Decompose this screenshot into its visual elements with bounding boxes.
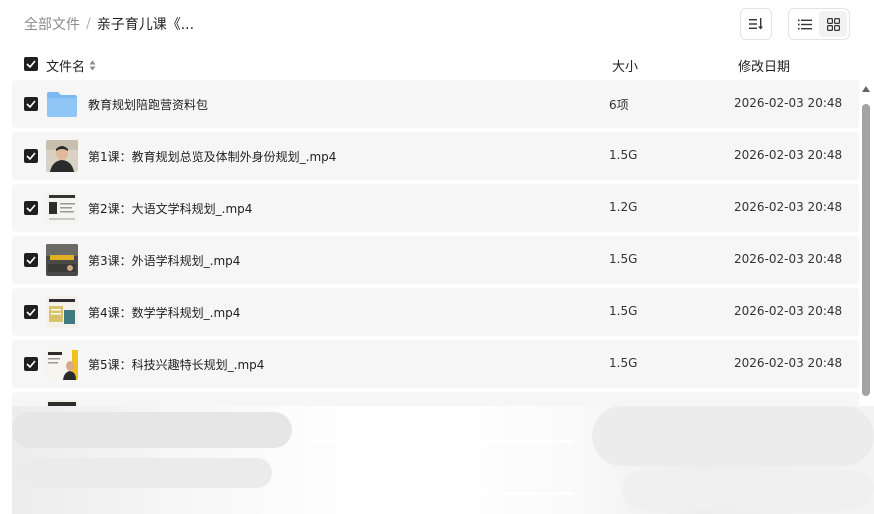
video-thumbnail	[46, 296, 78, 328]
file-name[interactable]: 第2课：大语文学科规划_.mp4	[88, 200, 252, 217]
breadcrumb: 全部文件 / 亲子育儿课《...	[24, 14, 194, 34]
file-row[interactable]: 教育规划陪跑营资料包 6项 2026-02-03 20:48	[12, 80, 859, 128]
scroll-up-arrow-icon[interactable]	[862, 86, 870, 92]
column-header-date[interactable]: 修改日期	[738, 56, 790, 75]
row-checkbox[interactable]	[24, 97, 38, 111]
check-icon	[26, 360, 36, 368]
video-thumbnail	[46, 140, 78, 172]
view-switch	[788, 8, 850, 40]
grid-view-icon	[826, 17, 840, 31]
blur-divider	[312, 492, 574, 495]
check-icon	[26, 256, 36, 264]
row-checkbox[interactable]	[24, 201, 38, 215]
file-row[interactable]: 第4课：数学学科规划_.mp4 1.5G 2026-02-03 20:48	[12, 288, 859, 336]
file-size: 1.5G	[609, 304, 638, 318]
sort-icon	[749, 18, 763, 30]
scrollbar[interactable]	[861, 86, 871, 402]
file-size: 1.5G	[609, 356, 638, 370]
list-view-button[interactable]	[791, 11, 819, 37]
column-header-size[interactable]: 大小	[612, 56, 638, 75]
blur-divider	[312, 440, 574, 443]
file-size: 1.2G	[609, 200, 638, 214]
file-row[interactable]: 第3课：外语学科规划_.mp4 1.5G 2026-02-03 20:48	[12, 236, 859, 284]
blurred-overlay	[12, 406, 874, 514]
breadcrumb-current: 亲子育儿课《...	[96, 17, 195, 33]
row-checkbox[interactable]	[24, 149, 38, 163]
sort-arrows-icon	[89, 60, 96, 71]
check-icon	[26, 152, 36, 160]
file-date: 2026-02-03 20:48	[734, 356, 843, 370]
check-icon	[26, 204, 36, 212]
scrollbar-thumb[interactable]	[862, 104, 870, 396]
check-icon	[26, 308, 36, 316]
column-name-label: 文件名	[46, 60, 86, 75]
select-all-checkbox[interactable]	[24, 57, 38, 71]
file-date: 2026-02-03 20:48	[734, 304, 843, 318]
folder-icon	[47, 92, 77, 117]
top-bar: 全部文件 / 亲子育儿课《...	[0, 0, 874, 48]
file-name[interactable]: 教育规划陪跑营资料包	[88, 96, 208, 113]
row-checkbox[interactable]	[24, 305, 38, 319]
column-header-name[interactable]: 文件名	[46, 56, 96, 75]
grid-view-button[interactable]	[819, 11, 847, 37]
file-date: 2026-02-03 20:48	[734, 200, 843, 214]
file-size: 1.5G	[609, 252, 638, 266]
video-thumbnail	[46, 348, 78, 380]
blur-region	[22, 458, 272, 488]
file-row[interactable]: 第2课：大语文学科规划_.mp4 1.2G 2026-02-03 20:48	[12, 184, 859, 232]
blur-region	[592, 406, 874, 466]
breadcrumb-root[interactable]: 全部文件	[24, 14, 80, 34]
file-date: 2026-02-03 20:48	[734, 148, 843, 162]
file-size: 6项	[609, 98, 629, 112]
check-icon	[26, 60, 36, 68]
file-name[interactable]: 第1课：教育规划总览及体制外身份规划_.mp4	[88, 148, 336, 165]
row-checkbox[interactable]	[24, 357, 38, 371]
video-thumbnail	[46, 192, 78, 224]
row-checkbox[interactable]	[24, 253, 38, 267]
breadcrumb-separator: /	[86, 16, 91, 32]
check-icon	[26, 100, 36, 108]
blur-region	[622, 470, 874, 510]
file-date: 2026-02-03 20:48	[734, 252, 843, 266]
file-name[interactable]: 第3课：外语学科规划_.mp4	[88, 252, 240, 269]
file-row[interactable]: 第1课：教育规划总览及体制外身份规划_.mp4 1.5G 2026-02-03 …	[12, 132, 859, 180]
file-size: 1.5G	[609, 148, 638, 162]
list-view-icon	[798, 19, 812, 29]
table-header: 文件名 大小 修改日期	[0, 50, 874, 78]
file-row[interactable]: 第5课：科技兴趣特长规划_.mp4 1.5G 2026-02-03 20:48	[12, 340, 859, 388]
blur-region	[12, 412, 292, 448]
video-thumbnail	[46, 244, 78, 276]
sort-button[interactable]	[740, 8, 772, 40]
file-date: 2026-02-03 20:48	[734, 96, 843, 110]
file-name[interactable]: 第4课：数学学科规划_.mp4	[88, 304, 240, 321]
file-name[interactable]: 第5课：科技兴趣特长规划_.mp4	[88, 356, 264, 373]
